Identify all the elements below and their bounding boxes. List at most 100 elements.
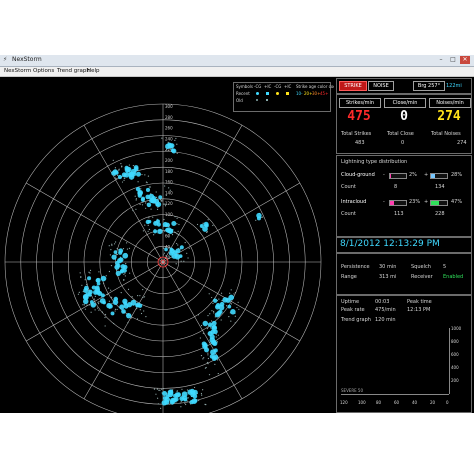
noise-dot [168,187,170,189]
noise-dot [207,219,209,221]
cloud-ground-label: Cloud-ground [341,172,375,178]
noise-dot [237,301,239,303]
strike-dot [117,174,123,180]
noise-dot [176,242,178,245]
noise-dot [230,320,232,322]
noise-dot [80,276,82,278]
trend-y-label: 1000 [451,326,462,331]
noise-dot [178,223,180,226]
close-icon[interactable]: ✕ [460,56,470,64]
noise-dot [116,308,118,311]
app-icon: ⚡ [3,56,8,63]
legend-dot-icon [256,92,259,95]
noise-dot [97,303,100,305]
noise-dot [144,174,146,176]
ic-negative-bar [389,200,407,206]
strike-legend: Symbols -CG +IC -CG +IC Strike age color… [233,82,340,112]
noise-dot [176,233,178,235]
menu-item-help[interactable]: Help [87,68,100,74]
strike-dot [189,399,195,405]
strike-dot [135,303,140,308]
noise-dot [104,325,106,327]
noise-dot [200,355,203,357]
strike-dot [90,302,97,308]
noise-dot [110,249,112,251]
noise-dot [77,293,80,295]
noise-mode-button[interactable]: NOISE [368,81,394,91]
noise-dot [128,164,130,166]
noise-dot [202,332,204,334]
noise-dot [238,308,240,310]
trend-graph-area[interactable] [341,328,450,394]
strike-dot [118,248,124,254]
noise-dot [161,199,163,201]
strike-dot [202,342,208,348]
noise-dot [114,177,116,179]
trend-y-label: 200 [451,378,459,383]
noise-dot [176,223,178,225]
noise-dot [79,272,81,274]
noise-dot [128,247,131,249]
noise-dot [174,139,176,141]
noise-dot [161,137,163,139]
peak-time-value: 12:13 PM [407,307,431,313]
noise-dot [123,179,125,181]
strike-dot [95,277,101,283]
maximize-icon[interactable]: □ [448,56,458,64]
strike-dot [100,275,107,282]
noise-dot [103,282,105,284]
title-bar[interactable]: ⚡ NexStorm – □ ✕ [0,55,474,67]
ic-positive-bar [430,200,448,206]
distribution-title: Lightning type distribution [341,159,408,165]
trend-box: Uptime 00:03 Peak time Peak rate 475/min… [336,295,472,413]
noise-dot [229,292,231,294]
noise-dot [131,317,133,319]
strike-dot [162,221,168,228]
minimize-icon[interactable]: – [436,56,446,64]
noise-dot [207,352,209,354]
trend-x-label: 20 [430,400,436,405]
noise-dot [134,195,136,197]
menu-item-options[interactable]: Options [33,68,54,74]
cg-positive-sign: + [424,172,429,178]
trend-y-label: 400 [451,365,459,370]
noise-dot [180,260,182,262]
noise-dot [139,295,141,297]
strike-dot [117,257,123,264]
noise-dot [89,269,92,271]
total-close-label: Total Close [387,131,414,137]
noise-dot [205,366,207,369]
noise-dot [177,230,179,232]
strike-dot [204,347,210,353]
strike-dot [108,304,113,309]
noise-dot [153,234,155,236]
noise-dot [155,393,157,395]
noise-dot [179,402,181,404]
strike-mode-button[interactable]: STRIKE [339,81,367,91]
menu-item-nexstorm[interactable]: NexStorm [4,68,31,74]
noise-dot [105,275,107,277]
strike-dot [164,247,168,252]
noise-dot [157,397,159,399]
menu-item-trend-graph[interactable]: Trend graph [57,68,90,74]
strike-dot [174,397,179,402]
noise-dot [111,243,113,245]
noise-dot [184,402,186,404]
noise-dot [141,173,143,176]
noise-dot [140,312,143,315]
noise-dot [211,310,213,312]
bearing-label: 240 [165,136,173,141]
noise-dot [165,194,167,197]
noise-dot [175,231,177,234]
noise-dot [94,295,96,297]
strike-dot [170,148,175,153]
squelch-value: 5 [443,264,447,270]
noise-dot [212,224,214,227]
noise-dot [137,295,139,297]
noise-dot [162,247,164,249]
radar-display[interactable]: 3002802602402202001801601401201008060402… [0,77,332,413]
strike-dot [167,142,172,147]
noise-dot [135,208,137,210]
strike-dot [145,187,151,193]
noise-dot [114,241,117,243]
